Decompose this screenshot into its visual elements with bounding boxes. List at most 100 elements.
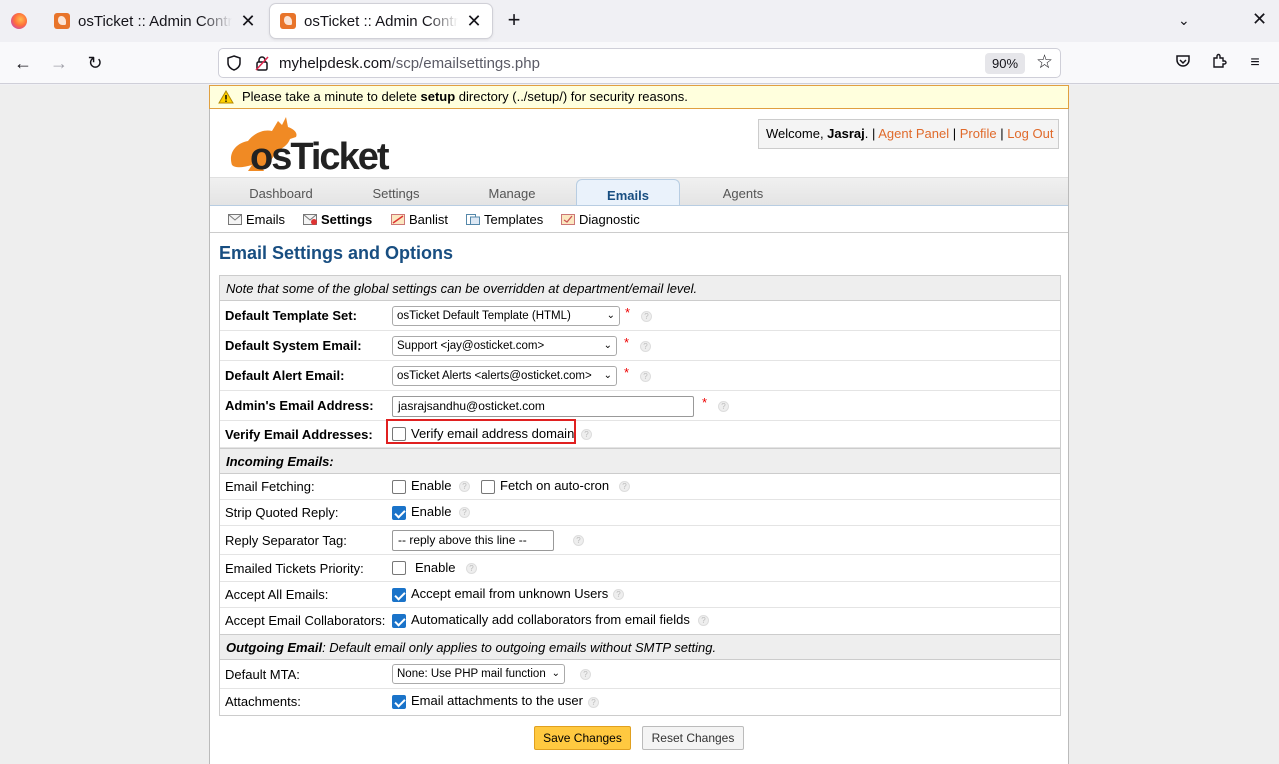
close-tab-icon[interactable]: ✕ xyxy=(466,11,482,32)
help-icon[interactable]: ? xyxy=(698,615,709,626)
help-icon[interactable]: ? xyxy=(640,341,651,352)
help-icon[interactable]: ? xyxy=(581,429,592,440)
accept-all-label: Accept All Emails: xyxy=(225,587,329,602)
extensions-icon[interactable] xyxy=(1209,53,1229,73)
outgoing-email-note: : Default email only applies to outgoing… xyxy=(322,640,717,655)
subnav-templates-label: Templates xyxy=(484,212,544,227)
attachments-checkbox[interactable] xyxy=(392,695,406,709)
row-default-mta: Default MTA: None: Use PHP mail function… xyxy=(220,660,1060,689)
logout-link[interactable]: Log Out xyxy=(1007,126,1053,141)
welcome-sep: | xyxy=(949,126,960,141)
url-bar[interactable]: myhelpdesk.com/scp/emailsettings.php 90%… xyxy=(218,48,1061,78)
subnav-banlist-label: Banlist xyxy=(409,212,449,227)
tab-title: osTicket :: Admin Control Panel xyxy=(304,12,458,30)
incoming-emails-header: Incoming Emails: xyxy=(220,448,1060,474)
accept-all-checkbox[interactable] xyxy=(392,588,406,602)
default-template-label: Default Template Set: xyxy=(225,308,357,323)
strip-quoted-checkbox[interactable] xyxy=(392,506,406,520)
app-menu-icon[interactable]: ≡ xyxy=(1245,53,1265,73)
warning-text-pre: Please take a minute to delete xyxy=(242,89,421,104)
subnav-templates[interactable]: Templates xyxy=(466,212,543,227)
bookmark-star-icon[interactable]: ☆ xyxy=(1036,51,1053,74)
verify-domain-highlight xyxy=(386,419,576,444)
tickets-priority-option: Enable xyxy=(415,560,456,575)
default-alert-email-label: Default Alert Email: xyxy=(225,368,345,383)
shield-icon[interactable] xyxy=(227,55,241,71)
back-icon[interactable]: ← xyxy=(11,51,35,75)
reply-separator-input[interactable]: -- reply above this line -- xyxy=(392,530,554,551)
nav-dashboard[interactable]: Dashboard xyxy=(246,178,316,206)
diagnostic-icon xyxy=(561,214,575,225)
collaborators-checkbox[interactable] xyxy=(392,614,406,628)
verify-email-label: Verify Email Addresses: xyxy=(225,427,373,442)
help-icon[interactable]: ? xyxy=(580,669,591,680)
lock-icon[interactable] xyxy=(255,55,269,71)
pocket-icon[interactable] xyxy=(1173,53,1193,73)
profile-link[interactable]: Profile xyxy=(960,126,997,141)
tickets-priority-checkbox[interactable] xyxy=(392,561,406,575)
default-system-email-select[interactable]: Support <jay@osticket.com> ⌄ xyxy=(392,336,617,356)
fetch-autocron-checkbox[interactable] xyxy=(481,480,495,494)
agent-panel-link[interactable]: Agent Panel xyxy=(878,126,949,141)
reload-icon[interactable]: ↻ xyxy=(83,51,107,75)
list-all-tabs-icon[interactable]: ⌄ xyxy=(1178,12,1190,29)
help-icon[interactable]: ? xyxy=(640,371,651,382)
osticket-logo[interactable]: osTicket xyxy=(218,113,398,175)
browser-tab-2[interactable]: osTicket :: Admin Control Panel ✕ xyxy=(270,4,492,38)
row-default-system-email: Default System Email: Support <jay@ostic… xyxy=(220,331,1060,361)
close-tab-icon[interactable]: ✕ xyxy=(240,11,256,32)
subnav-settings[interactable]: Settings xyxy=(303,212,372,227)
help-icon[interactable]: ? xyxy=(619,481,630,492)
firefox-menu-button[interactable] xyxy=(0,0,38,42)
attachments-option: Email attachments to the user xyxy=(411,693,583,708)
welcome-sep: . | xyxy=(864,126,879,141)
tickets-priority-label: Emailed Tickets Priority: xyxy=(225,561,364,576)
admin-email-label: Admin's Email Address: xyxy=(225,398,374,413)
subnav-emails[interactable]: Emails xyxy=(228,212,285,227)
form-note: Note that some of the global settings ca… xyxy=(220,276,1060,301)
admin-email-input[interactable]: jasrajsandhu@osticket.com xyxy=(392,396,694,417)
help-icon[interactable]: ? xyxy=(459,481,470,492)
default-mta-select[interactable]: None: Use PHP mail function ⌄ xyxy=(392,664,565,684)
row-collaborators: Accept Email Collaborators: Automaticall… xyxy=(220,608,1060,634)
default-alert-email-select[interactable]: osTicket Alerts <alerts@osticket.com> ⌄ xyxy=(392,366,617,386)
sub-nav: Emails Settings Banlist Templates Diagno… xyxy=(210,205,1068,233)
url-text[interactable]: myhelpdesk.com/scp/emailsettings.php xyxy=(279,55,540,72)
nav-manage[interactable]: Manage xyxy=(478,178,546,206)
save-changes-button[interactable]: Save Changes xyxy=(534,726,631,750)
forward-icon[interactable]: → xyxy=(47,51,71,75)
site-header: osTicket Welcome, Jasraj. | Agent Panel … xyxy=(210,109,1068,177)
help-icon[interactable]: ? xyxy=(718,401,729,412)
strip-quoted-label: Strip Quoted Reply: xyxy=(225,505,339,520)
chevron-down-icon: ⌄ xyxy=(606,310,615,321)
help-icon[interactable]: ? xyxy=(613,589,624,600)
nav-settings[interactable]: Settings xyxy=(362,178,430,206)
template-icon xyxy=(466,214,480,225)
subnav-banlist[interactable]: Banlist xyxy=(391,212,448,227)
reset-changes-button[interactable]: Reset Changes xyxy=(642,726,744,750)
default-template-select[interactable]: osTicket Default Template (HTML) ⌄ xyxy=(392,306,620,326)
chevron-down-icon: ⌄ xyxy=(603,340,612,351)
help-icon[interactable]: ? xyxy=(466,563,477,574)
new-tab-button[interactable]: + xyxy=(502,9,526,33)
fetching-enable-checkbox[interactable] xyxy=(392,480,406,494)
collaborators-option: Automatically add collaborators from ema… xyxy=(411,612,690,627)
warning-text-post: directory (../setup/) for security reaso… xyxy=(455,89,688,104)
row-reply-separator: Reply Separator Tag: -- reply above this… xyxy=(220,526,1060,555)
nav-emails[interactable]: Emails xyxy=(576,179,680,207)
subnav-diagnostic[interactable]: Diagnostic xyxy=(561,212,640,227)
url-domain: myhelpdesk.com xyxy=(279,55,392,72)
welcome-prefix: Welcome, xyxy=(766,126,828,141)
ban-envelope-icon xyxy=(391,214,405,225)
zoom-level-badge[interactable]: 90% xyxy=(985,53,1025,74)
url-path: /scp/emailsettings.php xyxy=(391,55,540,72)
warning-text-bold: setup xyxy=(420,89,456,104)
browser-tab-1[interactable]: osTicket :: Admin Control Panel ✕ xyxy=(44,4,266,38)
help-icon[interactable]: ? xyxy=(641,311,652,322)
help-icon[interactable]: ? xyxy=(573,535,584,546)
help-icon[interactable]: ? xyxy=(588,697,599,708)
nav-agents[interactable]: Agents xyxy=(710,178,776,206)
window-close-icon[interactable]: ✕ xyxy=(1252,9,1267,30)
help-icon[interactable]: ? xyxy=(459,507,470,518)
firefox-icon xyxy=(11,13,27,29)
